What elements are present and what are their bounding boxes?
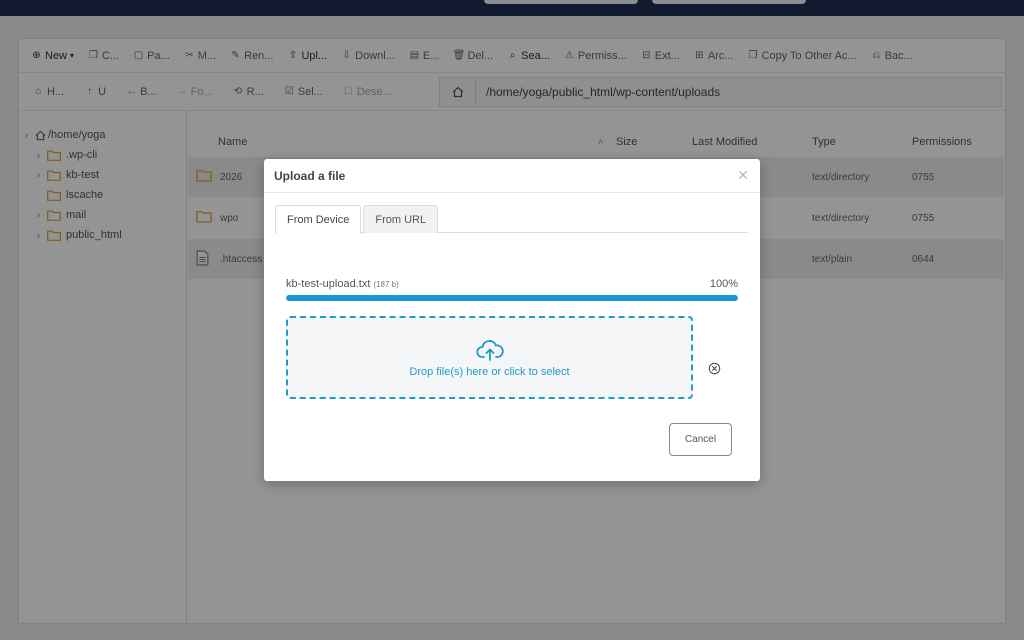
drop-zone[interactable]: Drop file(s) here or click to select: [286, 316, 693, 399]
upload-file-line: kb-test-upload.txt (187 b) 100%: [286, 278, 738, 290]
upload-file-size: (187 b): [373, 280, 399, 289]
remove-circle-icon[interactable]: [708, 362, 721, 375]
tab-from-device[interactable]: From Device: [275, 205, 362, 234]
dialog-header: Upload a file ✕: [264, 159, 760, 193]
cloud-upload-icon: [475, 339, 504, 361]
upload-progress-bar: [286, 295, 738, 301]
upload-progress-text: 100%: [709, 278, 738, 290]
upload-dialog: Upload a file ✕ From Device From URL kb-…: [264, 159, 760, 481]
dialog-title: Upload a file: [274, 168, 346, 183]
upload-tabs: From Device From URL: [275, 205, 748, 234]
cancel-button[interactable]: Cancel: [669, 423, 732, 456]
tab-from-url[interactable]: From URL: [363, 205, 439, 233]
close-icon[interactable]: ✕: [726, 167, 760, 184]
upload-progress-fill: [286, 295, 738, 301]
upload-file-name: kb-test-upload.txt: [286, 278, 371, 290]
drop-zone-text: Drop file(s) here or click to select: [409, 365, 570, 378]
